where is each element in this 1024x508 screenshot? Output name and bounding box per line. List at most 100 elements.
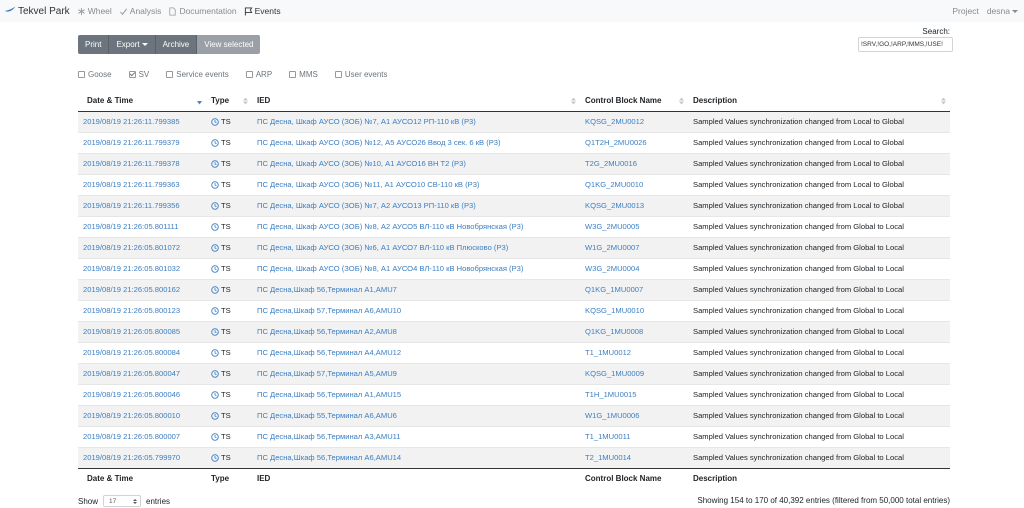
table-row[interactable]: 2019/08/19 21:26:05.800123 TS ПС Десна,Шка… [78, 299, 950, 321]
ied-link[interactable]: ПС Десна,Шкаф 55,Терминал А6,AMU6 [257, 411, 397, 420]
datetime-link[interactable]: 2019/08/19 21:26:05.799970 [83, 453, 180, 462]
print-button[interactable]: Print [78, 35, 110, 54]
table-row[interactable]: 2019/08/19 21:26:05.801111 TS ПС Десна, Шк… [78, 215, 950, 237]
column-header-ied[interactable]: IED [252, 90, 580, 112]
datetime-link[interactable]: 2019/08/19 21:26:05.800085 [83, 327, 180, 336]
column-header-datetime[interactable]: Date & Time [78, 90, 206, 112]
control-block-link[interactable]: W3G_2MU0005 [585, 222, 639, 231]
filter-user-events[interactable]: User events [334, 70, 388, 79]
project-dropdown[interactable]: Project [952, 6, 978, 16]
datetime-link[interactable]: 2019/08/19 21:26:05.800123 [83, 306, 180, 315]
table-row[interactable]: 2019/08/19 21:26:05.801032 TS ПС Десна, Шк… [78, 257, 950, 279]
control-block-link[interactable]: W1G_1MU0006 [585, 411, 639, 420]
filter-arp[interactable]: ARP [245, 70, 272, 79]
filter-mms[interactable]: MMS [289, 70, 318, 79]
ied-link[interactable]: ПС Десна,Шкаф 56,Терминал А4,AMU12 [257, 348, 401, 357]
control-block-link[interactable]: KQSG_1MU0010 [585, 306, 644, 315]
ied-link[interactable]: ПС Десна, Шкаф АУСО (ЗОБ) №7, А2 АУСО13 … [257, 201, 476, 210]
datetime-link[interactable]: 2019/08/19 21:26:05.800047 [83, 369, 180, 378]
control-block-link[interactable]: T1_1MU0012 [585, 348, 631, 357]
column-header-type[interactable]: Type [206, 90, 252, 112]
control-block-link[interactable]: T2G_2MU0016 [585, 159, 637, 168]
ied-link[interactable]: ПС Десна, Шкаф АУСО (ЗОБ) №6, А1 АУСО7 В… [257, 243, 508, 252]
filter-user-events-checkbox[interactable] [334, 70, 342, 78]
filter-goose[interactable]: Goose [78, 70, 112, 79]
table-row[interactable]: 2019/08/19 21:26:11.799363 TS ПС Десна, Шк… [78, 173, 950, 195]
control-block-link[interactable]: Q1T2H_2MU0026 [585, 138, 647, 147]
datetime-link[interactable]: 2019/08/19 21:26:05.801032 [83, 264, 180, 273]
control-block-link[interactable]: W1G_2MU0007 [585, 243, 639, 252]
ied-link[interactable]: ПС Десна, Шкаф АУСО (ЗОБ) №7, А1 АУСО12 … [257, 117, 476, 126]
search-input[interactable] [858, 37, 953, 52]
nav-item-events[interactable]: Events [244, 6, 281, 16]
control-block-link[interactable]: Q1KG_1MU0008 [585, 327, 643, 336]
brand[interactable]: Tekvel Park [4, 5, 70, 17]
table-row[interactable]: 2019/08/19 21:26:05.800085 TS ПС Десна,Шка… [78, 320, 950, 342]
user-dropdown[interactable]: desna [987, 6, 1018, 16]
control-block-link[interactable]: T2_1MU0014 [585, 453, 631, 462]
datetime-link[interactable]: 2019/08/19 21:26:05.800007 [83, 432, 180, 441]
ied-link[interactable]: ПС Десна,Шкаф 57,Терминал А5,AMU9 [257, 369, 397, 378]
ied-link[interactable]: ПС Десна, Шкаф АУСО (ЗОБ) №8, А1 АУСО4 В… [257, 264, 523, 273]
filter-service-events-checkbox[interactable] [166, 70, 174, 78]
ied-link[interactable]: ПС Десна,Шкаф 56,Терминал А1,AMU15 [257, 390, 401, 399]
ied-link[interactable]: ПС Десна, Шкаф АУСО (ЗОБ) №12, А5 АУСО26… [257, 138, 501, 147]
export-button[interactable]: Export [109, 35, 156, 54]
control-block-link[interactable]: KQSG_2MU0013 [585, 201, 644, 210]
table-row[interactable]: 2019/08/19 21:26:11.799356 TS ПС Десна, Шк… [78, 194, 950, 216]
page-length-select[interactable]: 17 [103, 495, 142, 507]
filter-service-events[interactable]: Service events [166, 70, 229, 79]
datetime-link[interactable]: 2019/08/19 21:26:11.799363 [83, 180, 180, 189]
datetime-link[interactable]: 2019/08/19 21:26:05.800162 [83, 285, 180, 294]
ied-link[interactable]: ПС Десна, Шкаф АУСО (ЗОБ) №10, А1 АУСО16… [257, 159, 466, 168]
nav-item-analysis[interactable]: Analysis [119, 6, 161, 16]
table-row[interactable]: 2019/08/19 21:26:05.800084 TS ПС Десна,Шка… [78, 341, 950, 363]
control-block-link[interactable]: Q1KG_1MU0007 [585, 285, 643, 294]
type-label: TS [221, 348, 231, 357]
ied-link[interactable]: ПС Десна,Шкаф 56,Терминал А6,AMU14 [257, 453, 401, 462]
control-block-link[interactable]: KQSG_2MU0012 [585, 117, 644, 126]
ied-link[interactable]: ПС Десна,Шкаф 56,Терминал А2,AMU8 [257, 327, 397, 336]
table-row[interactable]: 2019/08/19 21:26:11.799378 TS ПС Десна, Шк… [78, 152, 950, 174]
control-block-link[interactable]: W3G_2MU0004 [585, 264, 639, 273]
table-row[interactable]: 2019/08/19 21:26:11.799385 TS ПС Десна, Шк… [78, 110, 950, 132]
filter-arp-checkbox[interactable] [245, 70, 253, 78]
view-selected-button[interactable]: View selected [197, 35, 261, 54]
ied-link[interactable]: ПС Десна,Шкаф 56,Терминал А3,AMU11 [257, 432, 401, 441]
datetime-link[interactable]: 2019/08/19 21:26:11.799379 [83, 138, 180, 147]
filter-sv-checkbox[interactable] [128, 70, 136, 78]
ied-link[interactable]: ПС Десна,Шкаф 57,Терминал А6,AMU10 [257, 306, 401, 315]
nav-item-documentation[interactable]: Documentation [168, 6, 237, 16]
table-row[interactable]: 2019/08/19 21:26:05.799970 TS ПС Десна,Шка… [78, 446, 950, 468]
datetime-link[interactable]: 2019/08/19 21:26:11.799385 [83, 117, 180, 126]
table-row[interactable]: 2019/08/19 21:26:05.800010 TS ПС Десна,Шка… [78, 404, 950, 426]
filter-goose-checkbox[interactable] [78, 70, 85, 78]
datetime-link[interactable]: 2019/08/19 21:26:05.800084 [83, 348, 180, 357]
datetime-link[interactable]: 2019/08/19 21:26:11.799356 [83, 201, 180, 210]
table-row[interactable]: 2019/08/19 21:26:05.800046 TS ПС Десна,Шка… [78, 383, 950, 405]
control-block-link[interactable]: Q1KG_2MU0010 [585, 180, 643, 189]
control-block-link[interactable]: T1H_1MU0015 [585, 390, 637, 399]
filter-sv[interactable]: SV [128, 70, 149, 79]
control-block-link[interactable]: KQSG_1MU0009 [585, 369, 644, 378]
ied-link[interactable]: ПС Десна,Шкаф 56,Терминал А1,AMU7 [257, 285, 397, 294]
table-row[interactable]: 2019/08/19 21:26:05.800007 TS ПС Десна,Шка… [78, 425, 950, 447]
ied-link[interactable]: ПС Десна, Шкаф АУСО (ЗОБ) №11, А1 АУСО10… [257, 180, 479, 189]
datetime-link[interactable]: 2019/08/19 21:26:11.799378 [83, 159, 180, 168]
table-row[interactable]: 2019/08/19 21:26:05.800162 TS ПС Десна,Шка… [78, 278, 950, 300]
table-row[interactable]: 2019/08/19 21:26:05.800047 TS ПС Десна,Шка… [78, 362, 950, 384]
column-header-description[interactable]: Description [688, 90, 950, 112]
archive-button[interactable]: Archive [155, 35, 198, 54]
control-block-link[interactable]: T1_1MU0011 [585, 432, 630, 441]
datetime-link[interactable]: 2019/08/19 21:26:05.800010 [83, 411, 180, 420]
datetime-link[interactable]: 2019/08/19 21:26:05.800046 [83, 390, 180, 399]
column-header-control-block[interactable]: Control Block Name [580, 90, 688, 112]
ied-link[interactable]: ПС Десна, Шкаф АУСО (ЗОБ) №8, А2 АУСО5 В… [257, 222, 523, 231]
filter-mms-checkbox[interactable] [289, 70, 297, 78]
clock-icon [211, 264, 219, 273]
nav-item-wheel[interactable]: Wheel [77, 6, 112, 16]
datetime-link[interactable]: 2019/08/19 21:26:05.801072 [83, 243, 180, 252]
table-row[interactable]: 2019/08/19 21:26:11.799379 TS ПС Десна, Шк… [78, 131, 950, 153]
datetime-link[interactable]: 2019/08/19 21:26:05.801111 [83, 222, 178, 231]
table-row[interactable]: 2019/08/19 21:26:05.801072 TS ПС Десна, Шк… [78, 236, 950, 258]
